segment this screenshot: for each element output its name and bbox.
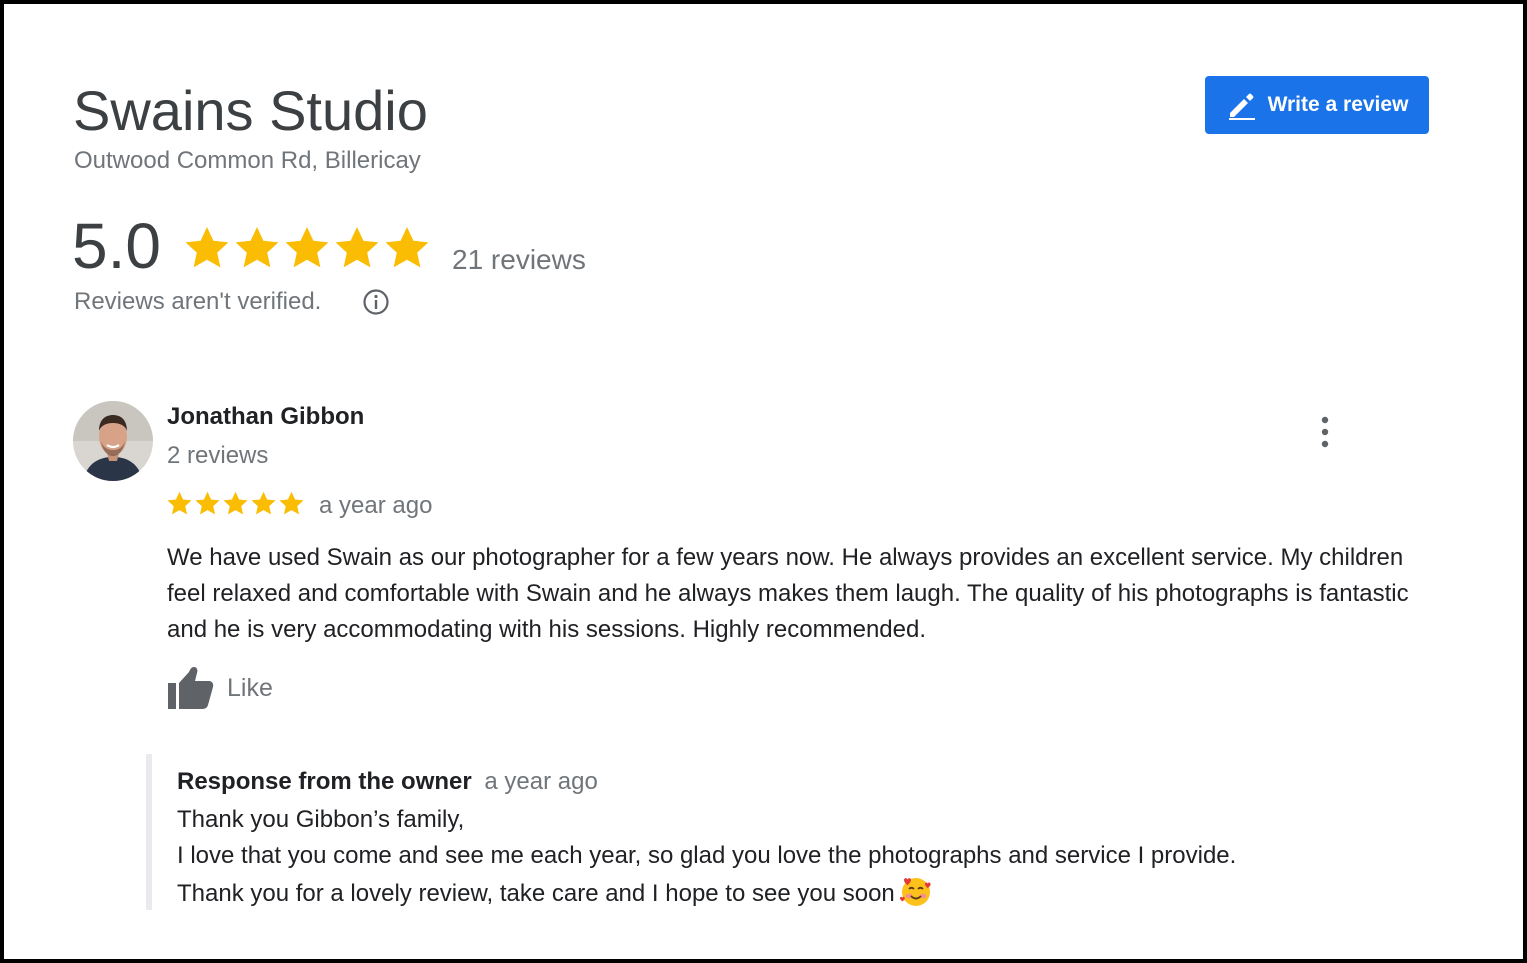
- owner-response-line: Thank you for a lovely review, take care…: [177, 874, 1427, 912]
- more-vert-icon[interactable]: [1310, 412, 1340, 452]
- reviewer-review-count: 2 reviews: [167, 442, 269, 469]
- star-icon: [167, 491, 192, 515]
- review-time: a year ago: [319, 492, 433, 519]
- smiling-face-with-hearts-emoji: [899, 878, 931, 906]
- person-photo: [73, 401, 153, 481]
- star-icon: [185, 227, 229, 268]
- total-review-count[interactable]: 21 reviews: [452, 244, 586, 276]
- like-button[interactable]: Like: [167, 666, 273, 710]
- star-icon: [285, 227, 329, 268]
- star-icon: [279, 491, 304, 515]
- star-icon: [385, 227, 429, 268]
- star-icon: [235, 227, 279, 268]
- star-icon: [251, 491, 276, 515]
- review-text: We have used Swain as our photographer f…: [167, 544, 1409, 643]
- star-icon: [335, 227, 379, 268]
- owner-response-line: I love that you come and see me each yea…: [177, 842, 1237, 869]
- review-stars: [166, 490, 305, 517]
- info-icon[interactable]: [362, 288, 390, 316]
- average-rating: 5.0: [72, 210, 161, 282]
- business-address: Outwood Common Rd, Billericay: [74, 147, 421, 174]
- like-label: Like: [227, 673, 273, 702]
- owner-response-time: a year ago: [484, 768, 598, 795]
- reviewer-name[interactable]: Jonathan Gibbon: [167, 403, 364, 431]
- owner-response-line: Thank you Gibbon’s family,: [177, 806, 465, 833]
- thumbs-up-icon: [168, 667, 214, 709]
- star-icon: [223, 491, 248, 515]
- verification-note: Reviews aren't verified.: [74, 288, 322, 315]
- owner-response-title: Response from the owner: [177, 768, 472, 795]
- owner-response: Response from the owner a year ago Thank…: [146, 754, 1442, 910]
- write-review-button[interactable]: Write a review: [1205, 76, 1429, 134]
- star-icon: [195, 491, 220, 515]
- average-rating-stars: [183, 224, 431, 272]
- pencil-icon: [1228, 93, 1255, 120]
- owner-response-text: Thank you Gibbon’s family, I love that y…: [177, 802, 1427, 912]
- owner-response-line-text: Thank you for a lovely review, take care…: [177, 880, 895, 907]
- owner-response-header: Response from the owner a year ago: [177, 768, 598, 796]
- write-review-label: Write a review: [1267, 93, 1409, 116]
- reviewer-avatar[interactable]: [73, 401, 153, 481]
- business-name: Swains Studio: [73, 79, 428, 142]
